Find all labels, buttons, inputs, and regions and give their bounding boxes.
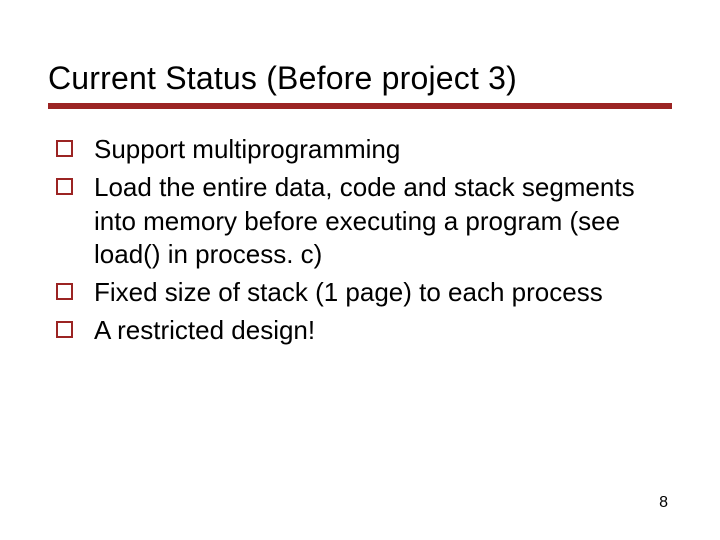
square-bullet-icon <box>56 178 73 195</box>
bullet-text: Load the entire data, code and stack seg… <box>94 172 635 270</box>
list-item: Load the entire data, code and stack seg… <box>48 171 672 272</box>
slide-title: Current Status (Before project 3) <box>48 60 672 109</box>
slide: Current Status (Before project 3) Suppor… <box>0 0 720 540</box>
bullet-text: Support multiprogramming <box>94 134 400 164</box>
list-item: Support multiprogramming <box>48 133 672 167</box>
bullet-text: A restricted design! <box>94 315 315 345</box>
square-bullet-icon <box>56 321 73 338</box>
list-item: A restricted design! <box>48 314 672 348</box>
list-item: Fixed size of stack (1 page) to each pro… <box>48 276 672 310</box>
bullet-list: Support multiprogramming Load the entire… <box>48 133 672 348</box>
square-bullet-icon <box>56 283 73 300</box>
bullet-text: Fixed size of stack (1 page) to each pro… <box>94 277 603 307</box>
square-bullet-icon <box>56 140 73 157</box>
page-number: 8 <box>659 494 668 512</box>
